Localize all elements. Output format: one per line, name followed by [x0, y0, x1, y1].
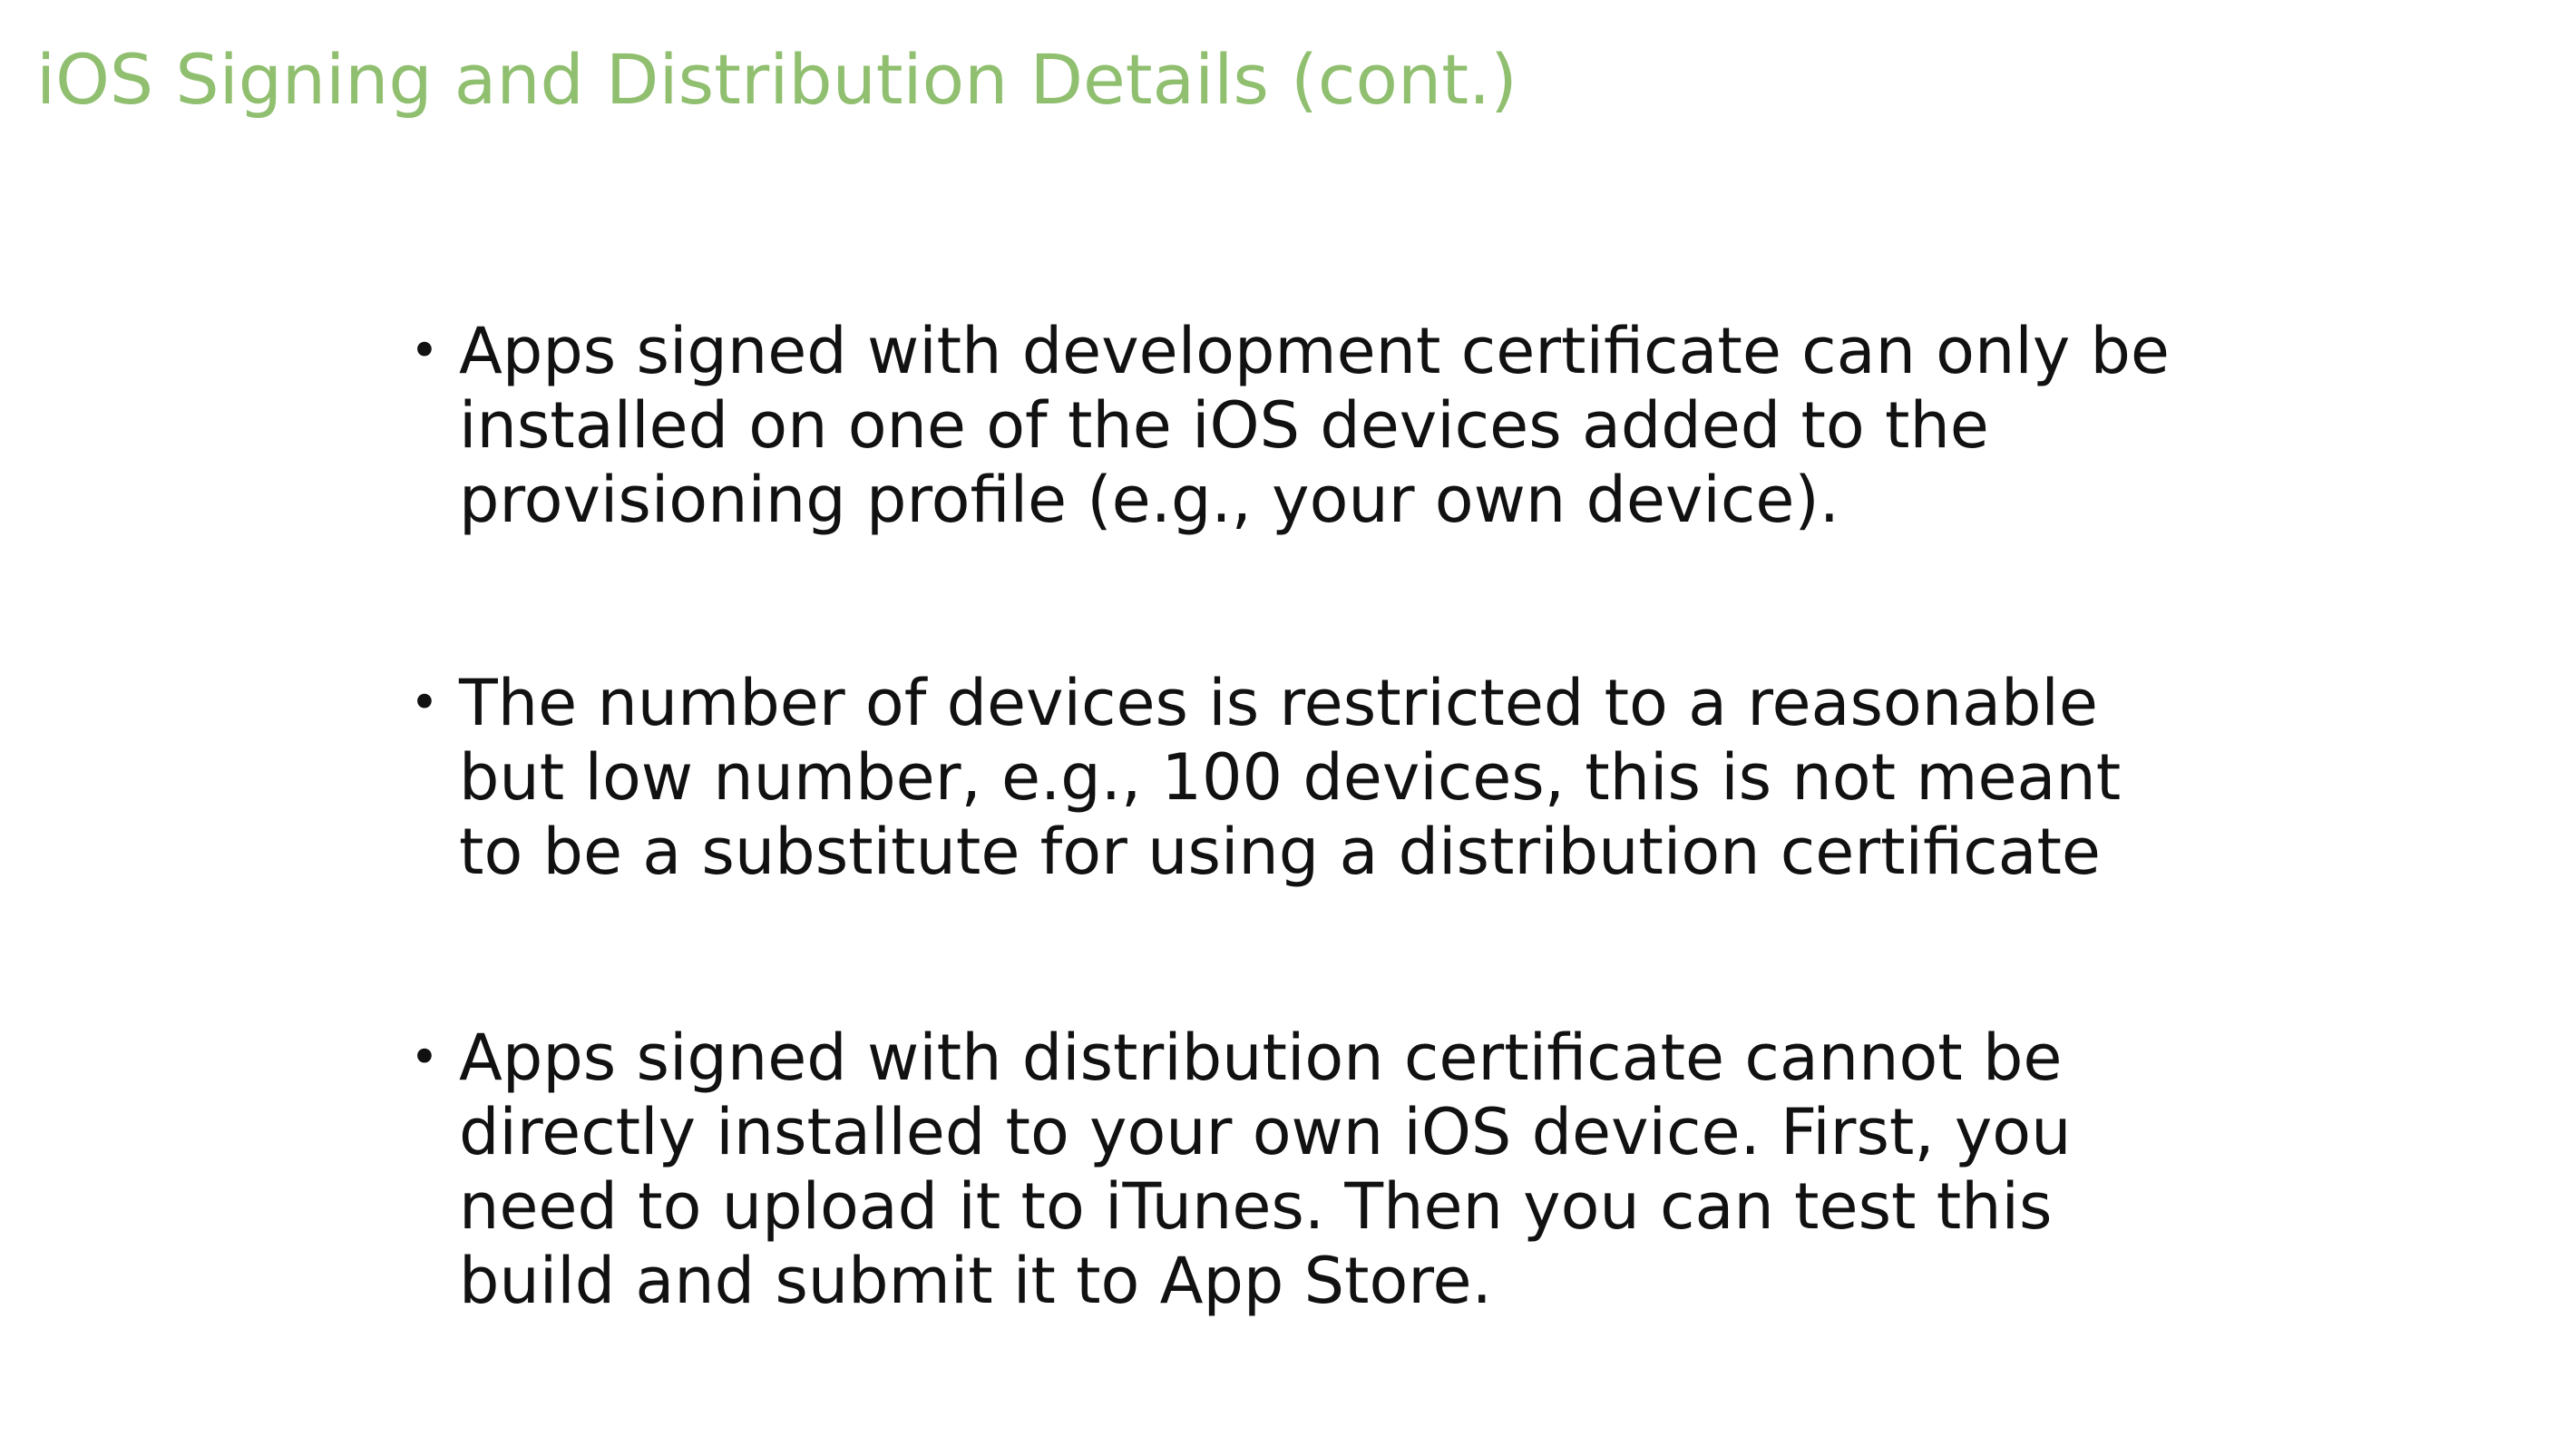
bullet-line: build and submit it to App Store.: [459, 1244, 1492, 1318]
bullet-line: but low number, e.g., 100 devices, this …: [459, 740, 2122, 815]
bullet-marker: •: [410, 322, 439, 379]
bullet-item-distribution-certificate: • Apps signed with distribution certific…: [406, 1021, 2220, 1318]
bullet-marker: •: [410, 1029, 439, 1086]
bullet-line: to be a substitute for using a distribut…: [459, 815, 2101, 889]
bullet-line: Apps signed with development certificate…: [459, 314, 2171, 388]
bullet-item-device-limit: • The number of devices is restricted to…: [406, 666, 2220, 889]
slide-title: iOS Signing and Distribution Details (co…: [36, 39, 1517, 120]
bullet-list: • Apps signed with development certifica…: [406, 314, 2220, 1318]
bullet-line: The number of devices is restricted to a…: [459, 666, 2098, 740]
bullet-line: Apps signed with distribution certificat…: [459, 1021, 2063, 1095]
bullet-line: installed on one of the iOS devices adde…: [459, 388, 1989, 463]
bullet-line: provisioning profile (e.g., your own dev…: [459, 463, 1839, 537]
bullet-line: directly installed to your own iOS devic…: [459, 1095, 2072, 1169]
bullet-marker: •: [410, 674, 439, 731]
bullet-item-development-certificate: • Apps signed with development certifica…: [406, 314, 2220, 537]
bullet-line: need to upload it to iTunes. Then you ca…: [459, 1169, 2053, 1244]
slide: iOS Signing and Distribution Details (co…: [0, 0, 2576, 1446]
